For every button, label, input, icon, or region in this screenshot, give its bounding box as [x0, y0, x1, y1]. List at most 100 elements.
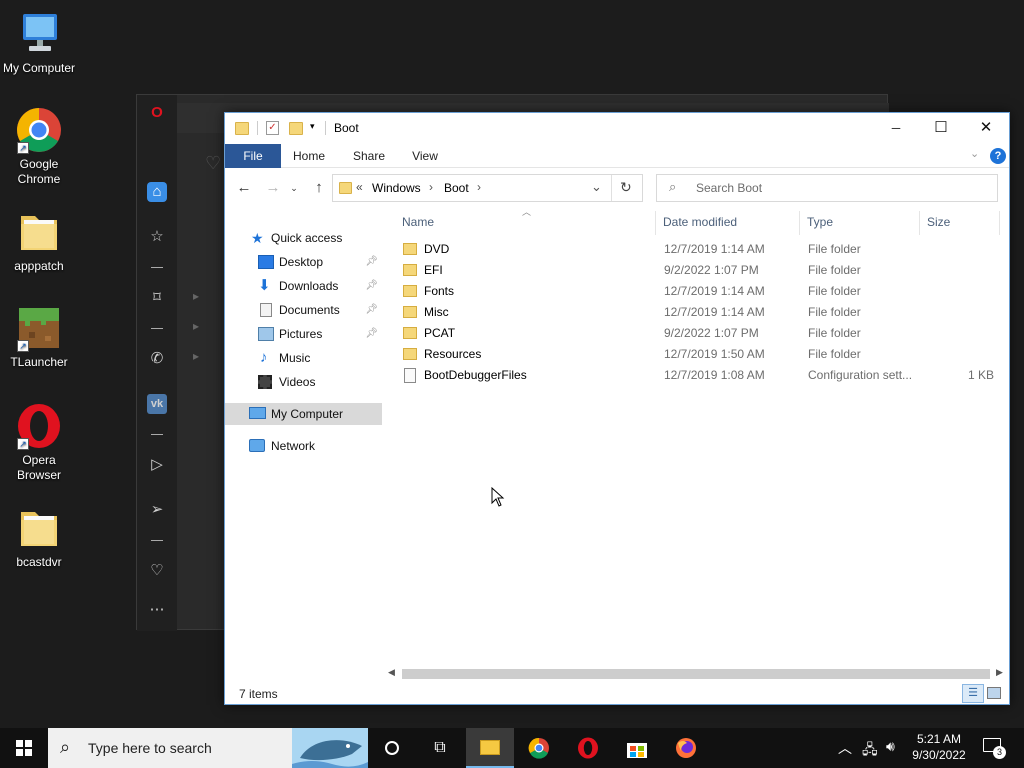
- start-button[interactable]: [0, 728, 48, 768]
- opera-sidebar: O ⌂ ☆ ⌑ ✆ vk ▷ ➢ ♡ ⋯: [137, 95, 177, 631]
- task-view-icon[interactable]: ⧉: [416, 728, 464, 768]
- refresh-button[interactable]: ↻: [620, 179, 632, 196]
- file-row[interactable]: Fonts 12/7/2019 1:14 AM File folder: [403, 281, 1003, 302]
- column-header-date[interactable]: Date modified: [663, 215, 737, 229]
- column-header-type[interactable]: Type: [807, 215, 833, 229]
- search-box[interactable]: ⌕ Search Boot: [656, 174, 998, 202]
- chevron-right-icon[interactable]: ›: [429, 180, 433, 194]
- network-status-icon[interactable]: 🖧︎: [862, 739, 878, 763]
- horizontal-scrollbar[interactable]: ◀ ▶: [385, 665, 1009, 682]
- whatsapp-icon[interactable]: ✆: [147, 349, 167, 369]
- file-row[interactable]: DVD 12/7/2019 1:14 AM File folder: [403, 239, 1003, 260]
- heart-icon: ♡: [205, 153, 222, 173]
- scroll-left-icon[interactable]: ◀: [388, 667, 395, 678]
- taskbar-firefox[interactable]: [662, 728, 710, 768]
- taskbar-chrome[interactable]: [515, 728, 563, 768]
- breadcrumb-boot[interactable]: Boot: [444, 181, 469, 195]
- file-name: DVD: [424, 242, 450, 256]
- address-bar[interactable]: « Windows › Boot › ⌄ ↻: [332, 174, 643, 202]
- star-icon[interactable]: ☆: [147, 227, 167, 247]
- forward-button[interactable]: →: [263, 178, 283, 198]
- file-list: ︿ Name Date modified Type Size DVD 12/7/2…: [385, 207, 1009, 667]
- file-row[interactable]: BootDebuggerFiles 12/7/2019 1:08 AM Config…: [403, 365, 1003, 386]
- back-button[interactable]: ←: [234, 178, 254, 198]
- tab-file[interactable]: File: [225, 144, 281, 168]
- large-icons-view-icon[interactable]: [987, 687, 1001, 699]
- taskbar-file-explorer[interactable]: [466, 728, 514, 768]
- folder-icon: [15, 208, 63, 256]
- more-icon[interactable]: ⋯: [147, 600, 167, 620]
- new-folder-icon[interactable]: [289, 122, 303, 135]
- desktop-icon-my-computer[interactable]: My Computer: [0, 10, 78, 76]
- scroll-right-icon[interactable]: ▶: [996, 667, 1003, 678]
- nav-pictures[interactable]: Pictures 📌︎: [225, 323, 382, 345]
- address-dropdown-icon[interactable]: ⌄: [591, 179, 602, 195]
- file-date: 12/7/2019 1:50 AM: [664, 347, 765, 361]
- nav-my-computer[interactable]: My Computer: [225, 403, 382, 425]
- recent-locations-button[interactable]: ⌄: [288, 178, 300, 198]
- chevron-right-icon: ▸: [193, 319, 200, 333]
- pictures-icon: [258, 327, 274, 341]
- desktop-icon-apppatch[interactable]: apppatch: [0, 208, 78, 274]
- volume-icon[interactable]: 🔊︎: [886, 738, 895, 755]
- bag-icon[interactable]: ⌑: [147, 288, 167, 308]
- file-row[interactable]: PCAT 9/2/2022 1:07 PM File folder: [403, 323, 1003, 344]
- file-row[interactable]: Misc 12/7/2019 1:14 AM File folder: [403, 302, 1003, 323]
- close-button[interactable]: ✕: [963, 113, 1009, 144]
- properties-icon[interactable]: ✓: [266, 121, 279, 135]
- taskbar-search-input[interactable]: Type here to search: [88, 740, 212, 756]
- up-button[interactable]: ↑: [309, 178, 329, 198]
- tab-share[interactable]: Share: [347, 144, 391, 168]
- pin-icon: 📌︎: [365, 280, 378, 291]
- customize-quick-access-icon[interactable]: ▾: [310, 121, 326, 137]
- nav-quick-access[interactable]: ★ Quick access: [225, 227, 382, 249]
- desktop-icon-google-chrome[interactable]: ↗ Google Chrome: [0, 106, 78, 187]
- desktop-icon-tlauncher[interactable]: ↗ TLauncher: [0, 304, 78, 370]
- clock[interactable]: 5:21 AM 9/30/2022: [905, 731, 973, 763]
- send-icon[interactable]: ➢: [147, 500, 167, 520]
- file-type: File folder: [808, 305, 861, 319]
- show-hidden-icons-icon[interactable]: ︿: [838, 738, 852, 758]
- opera-logo-icon[interactable]: O: [147, 103, 167, 123]
- nav-documents[interactable]: Documents 📌︎: [225, 299, 382, 321]
- details-view-icon[interactable]: ☰: [962, 684, 984, 703]
- scrollbar-thumb[interactable]: [402, 669, 990, 679]
- desktop-icon-opera-browser[interactable]: ↗ Opera Browser: [0, 402, 78, 483]
- title-bar[interactable]: ✓ ▾ Boot ─ ☐ ✕: [225, 113, 1009, 144]
- tab-home[interactable]: Home: [287, 144, 331, 168]
- home-icon[interactable]: ⌂: [147, 182, 167, 202]
- mouse-cursor: [491, 487, 505, 507]
- nav-network[interactable]: Network: [225, 435, 382, 457]
- help-icon[interactable]: ?: [990, 148, 1006, 164]
- vk-icon[interactable]: vk: [147, 394, 167, 414]
- shortcut-arrow-icon: ↗: [17, 438, 29, 450]
- taskbar-store[interactable]: [613, 728, 661, 768]
- nav-downloads[interactable]: ⬇ Downloads 📌︎: [225, 275, 382, 297]
- chevron-right-icon[interactable]: ›: [477, 180, 481, 194]
- desktop-icon: [258, 255, 274, 269]
- heart-icon[interactable]: ♡: [147, 561, 167, 581]
- file-explorer-window[interactable]: ✓ ▾ Boot ─ ☐ ✕ File Home Share View ⌄ ? …: [224, 112, 1010, 705]
- search-input[interactable]: Search Boot: [696, 181, 762, 195]
- clock-date: 9/30/2022: [912, 748, 966, 762]
- nav-desktop[interactable]: Desktop 📌︎: [225, 251, 382, 273]
- taskbar-search-box[interactable]: ⌕ Type here to search: [48, 728, 368, 768]
- breadcrumb-overflow[interactable]: «: [356, 180, 363, 194]
- nav-videos[interactable]: Videos: [225, 371, 382, 393]
- maximize-button[interactable]: ☐: [918, 113, 964, 144]
- player-icon[interactable]: ▷: [147, 455, 167, 475]
- desktop-icon-bcastdvr[interactable]: bcastdvr: [0, 504, 78, 570]
- column-header-name[interactable]: Name: [402, 215, 434, 229]
- folder-icon: [403, 348, 417, 360]
- file-row[interactable]: EFI 9/2/2022 1:07 PM File folder: [403, 260, 1003, 281]
- column-header-size[interactable]: Size: [927, 215, 950, 229]
- minimize-button[interactable]: ─: [873, 113, 919, 144]
- breadcrumb-windows[interactable]: Windows: [372, 181, 421, 195]
- chrome-icon: ↗: [15, 106, 63, 154]
- taskbar-opera[interactable]: [564, 728, 612, 768]
- expand-ribbon-icon[interactable]: ⌄: [970, 147, 979, 160]
- file-row[interactable]: Resources 12/7/2019 1:50 AM File folder: [403, 344, 1003, 365]
- nav-music[interactable]: ♪ Music: [225, 347, 382, 369]
- cortana-icon[interactable]: [368, 728, 416, 768]
- tab-view[interactable]: View: [403, 144, 447, 168]
